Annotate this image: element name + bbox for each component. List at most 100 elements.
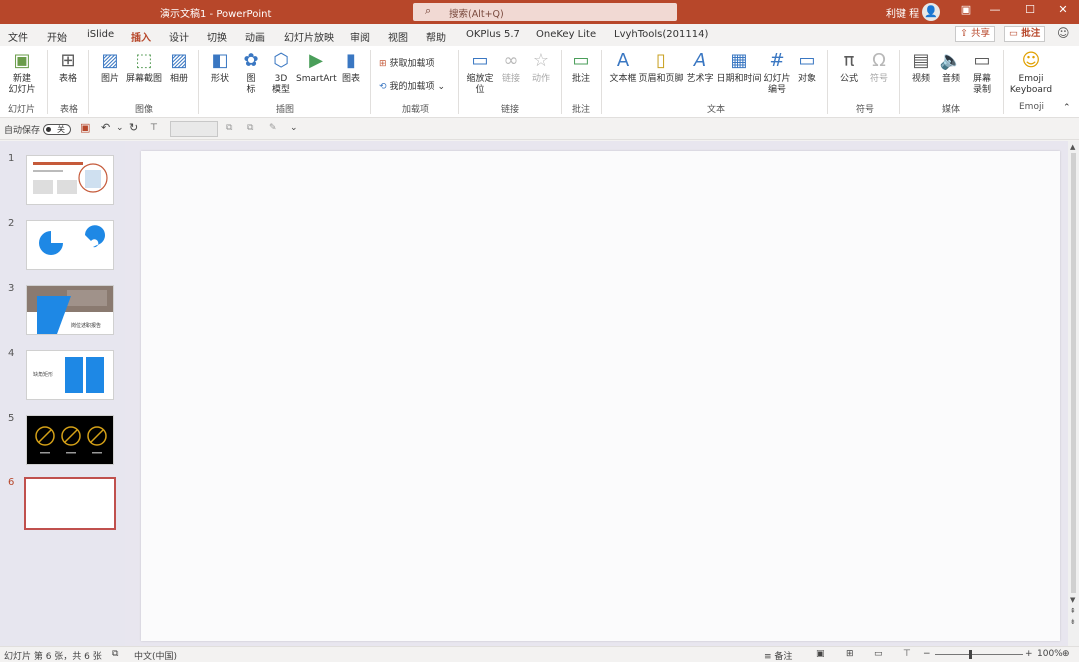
video-button[interactable]: ▤ 视频 <box>907 50 935 85</box>
screenshot-button[interactable]: ⬚ 屏幕截图 <box>124 50 164 85</box>
collapse-ribbon-icon[interactable]: ⌃ <box>1063 103 1071 113</box>
tab-view[interactable]: 视图 <box>388 29 408 44</box>
tab-lvyhtools[interactable]: LvyhTools(201114) <box>614 29 708 40</box>
share-button[interactable]: ⇪ 共享 <box>955 26 996 42</box>
customize-qat-icon[interactable]: ⌄ <box>290 123 298 133</box>
scroll-down-icon[interactable]: ▼ <box>1070 596 1075 604</box>
scrollbar-thumb[interactable] <box>1071 153 1076 593</box>
equation-button[interactable]: π 公式 <box>836 50 862 85</box>
album-button[interactable]: ▨ 相册 <box>166 50 192 85</box>
notes-button[interactable]: ≡ 备注 <box>764 649 792 662</box>
header-footer-button[interactable]: ▯ 页眉和页脚 <box>638 50 684 85</box>
slideshow-icon[interactable]: ⊤ <box>903 649 911 659</box>
slide-thumbnail-1[interactable] <box>26 155 114 205</box>
tab-design[interactable]: 设计 <box>169 29 189 44</box>
ribbon-divider <box>561 50 562 114</box>
comment-plus-icon: ▭ <box>572 50 590 71</box>
zoom-slider-knob[interactable] <box>969 650 972 659</box>
ribbon-divider <box>458 50 459 114</box>
link-button[interactable]: ∞ 链接 <box>498 50 524 85</box>
format-painter-icon[interactable]: ✎ <box>269 123 277 133</box>
object-button[interactable]: ▭ 对象 <box>794 50 820 85</box>
my-addins-button[interactable]: ⟲ 我的加载项 ⌄ <box>379 79 445 92</box>
table-button[interactable]: ⊞ 表格 <box>54 50 82 85</box>
tab-home[interactable]: 开始 <box>47 29 67 44</box>
new-slide-button[interactable]: ▣ 新建 幻灯片 <box>5 50 39 96</box>
presentation-icon[interactable]: ⊤ <box>150 123 158 133</box>
next-slide-icon[interactable]: ⇟ <box>1070 618 1076 626</box>
zoom-in-icon[interactable]: + <box>1025 649 1033 659</box>
slide-thumbnail-4[interactable]: 缺角矩形 <box>26 350 114 400</box>
current-slide-canvas[interactable] <box>141 151 1060 641</box>
zoom-button[interactable]: ▭ 缩放定 位 <box>465 50 495 96</box>
minimize-icon[interactable]: — <box>985 3 1005 16</box>
scroll-up-icon[interactable]: ▲ <box>1070 143 1075 151</box>
accessibility-icon[interactable]: ⧉ <box>112 649 118 659</box>
textbox-button[interactable]: A 文本框 <box>609 50 637 85</box>
feedback-smile-icon[interactable]: ☺ <box>1057 26 1070 40</box>
speaker-icon: 🔈 <box>939 50 963 71</box>
reading-view-icon[interactable]: ▭ <box>874 649 883 659</box>
screen-record-button[interactable]: ▭ 屏幕 录制 <box>967 50 997 96</box>
wordart-button[interactable]: A 艺术字 <box>686 50 714 85</box>
emoji-keyboard-button[interactable]: ☺ Emoji Keyboard <box>1008 50 1054 96</box>
vertical-scrollbar[interactable]: ▲ ▼ ⇞ ⇟ <box>1068 141 1079 646</box>
3d-model-button[interactable]: ⬡ 3D 模型 <box>268 50 294 96</box>
fit-to-window-icon[interactable]: ⊕ <box>1062 649 1070 659</box>
tab-file[interactable]: 文件 <box>8 29 28 44</box>
new-comment-button[interactable]: ▭ 批注 <box>568 50 594 85</box>
smartart-button[interactable]: ▶ SmartArt <box>296 50 337 85</box>
slide-sorter-icon[interactable]: ⊞ <box>846 649 854 659</box>
slide-thumbnail-6[interactable] <box>24 477 116 530</box>
group-tables: 表格 <box>60 105 79 115</box>
zoom-out-icon[interactable]: − <box>923 649 931 659</box>
avatar[interactable]: 👤 <box>922 3 940 21</box>
undo-icon[interactable]: ↶ <box>101 121 110 134</box>
redo-icon[interactable]: ↻ <box>129 121 138 134</box>
user-name[interactable]: 利键 程 <box>886 5 919 20</box>
language-status[interactable]: 中文(中国) <box>134 649 177 662</box>
tab-slideshow[interactable]: 幻灯片放映 <box>284 29 334 44</box>
smartart-label: SmartArt <box>296 74 337 84</box>
tab-help[interactable]: 帮助 <box>426 29 446 44</box>
search-box[interactable]: ⌕ 搜索(Alt+Q) <box>413 3 677 21</box>
normal-view-icon[interactable]: ▣ <box>816 649 825 659</box>
audio-button[interactable]: 🔈 音频 <box>937 50 965 85</box>
icons-button[interactable]: ✿ 图 标 <box>238 50 264 96</box>
font-size-box[interactable] <box>170 121 218 137</box>
symbol-button[interactable]: Ω 符号 <box>866 50 892 85</box>
get-addins-button[interactable]: ⊞ 获取加载项 <box>379 56 435 69</box>
slide-thumbnail-3[interactable]: 岗位述职报告 <box>26 285 114 335</box>
group-slides: 幻灯片 <box>8 105 36 115</box>
slide-number-button[interactable]: # 幻灯片 编号 <box>762 50 792 96</box>
tab-onekey[interactable]: OneKey Lite <box>536 29 596 40</box>
tab-insert[interactable]: 插入 <box>131 29 151 48</box>
autosave-toggle[interactable]: 关 <box>43 124 71 135</box>
shapes-button[interactable]: ◧ 形状 <box>206 50 234 85</box>
undo-dropdown-icon[interactable]: ⌄ <box>116 123 124 133</box>
close-icon[interactable]: ✕ <box>1053 3 1073 16</box>
toggle-knob <box>46 127 51 132</box>
tab-review[interactable]: 审阅 <box>350 29 370 44</box>
save-icon[interactable]: ▣ <box>80 121 90 134</box>
slide-thumbnail-5[interactable] <box>26 415 114 465</box>
tab-okplus[interactable]: OKPlus 5.7 <box>466 29 520 40</box>
chevron-down-icon: ⌄ <box>437 82 445 92</box>
icons-label: 图 标 <box>246 74 256 95</box>
picture-button[interactable]: ▨ 图片 <box>96 50 124 85</box>
ungroup-icon[interactable]: ⧉ <box>247 123 253 133</box>
previous-slide-icon[interactable]: ⇞ <box>1070 607 1076 615</box>
ribbon-display-icon[interactable]: ▣ <box>956 3 976 16</box>
tab-islide[interactable]: iSlide <box>87 29 114 40</box>
action-button[interactable]: ☆ 动作 <box>528 50 554 85</box>
comments-button[interactable]: ▭ 批注 <box>1004 26 1046 42</box>
tab-transitions[interactable]: 切换 <box>207 29 227 44</box>
datetime-button[interactable]: ▦ 日期和时间 <box>716 50 762 85</box>
maximize-icon[interactable]: ☐ <box>1020 3 1040 16</box>
slide-thumbnail-2[interactable] <box>26 220 114 270</box>
zoom-slider[interactable] <box>935 654 1023 655</box>
chart-button[interactable]: ▮ 图表 <box>338 50 364 85</box>
tab-animations[interactable]: 动画 <box>245 29 265 44</box>
zoom-level[interactable]: 100% <box>1037 649 1063 659</box>
group-objects-icon[interactable]: ⧉ <box>226 123 232 133</box>
